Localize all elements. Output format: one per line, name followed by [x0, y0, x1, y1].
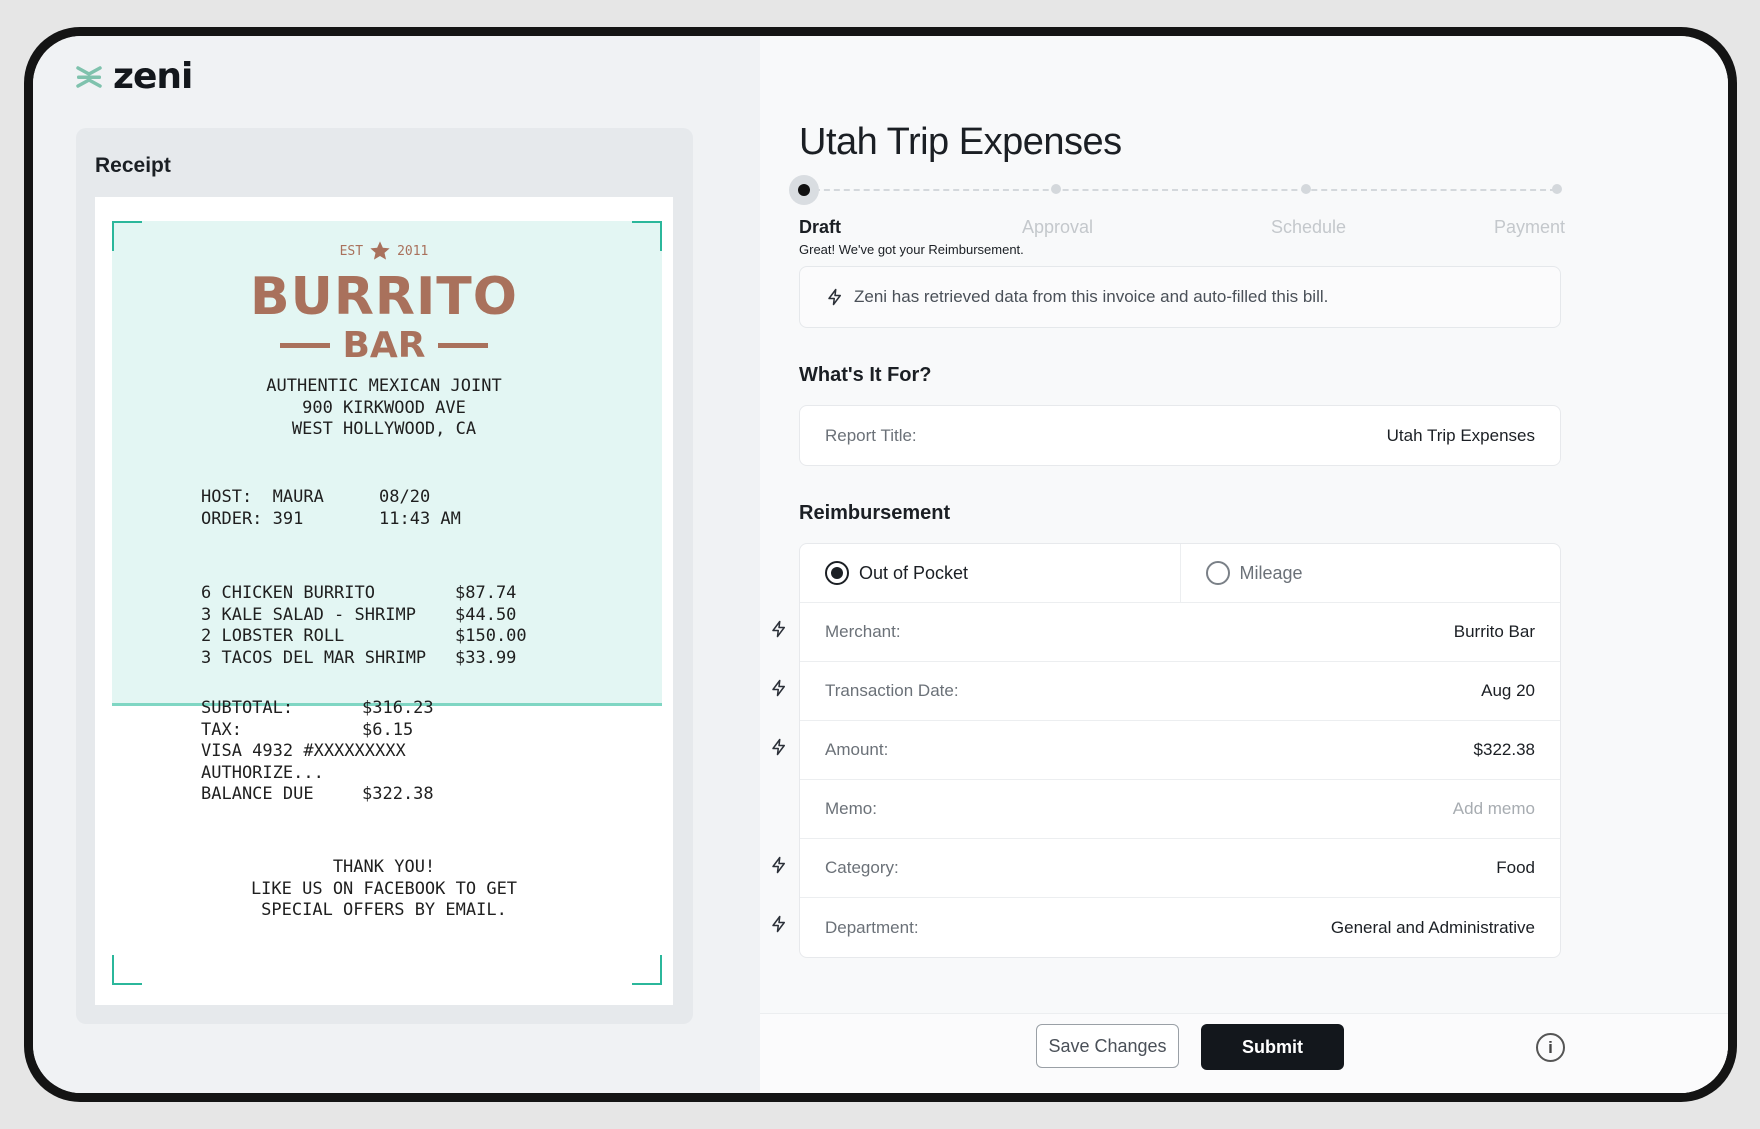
receipt-host-values: 08/20 11:43 AM [379, 487, 461, 529]
autofill-notice-text: Zeni has retrieved data from this invoic… [854, 287, 1329, 306]
step-label-draft[interactable]: Draft [799, 217, 841, 238]
step-label-payment[interactable]: Payment [1494, 217, 1565, 238]
receipt-items: 6 CHICKEN BURRITO 3 KALE SALAD - SHRIMP … [201, 583, 427, 668]
receipt-card: Receipt EST 2011 BURRITO BAR AUTHENTIC M… [76, 128, 693, 1024]
bolt-icon [772, 620, 785, 638]
merchant-value[interactable]: Burrito Bar [1454, 622, 1535, 642]
save-changes-button[interactable]: Save Changes [1036, 1024, 1179, 1068]
scan-corner-bottom-left [112, 955, 142, 985]
bolt-icon [772, 738, 785, 756]
step-dot-payment[interactable] [1552, 184, 1562, 194]
report-title-field[interactable]: Report Title: Utah Trip Expenses [800, 406, 1560, 465]
receipt-brand-line2-text: BAR [342, 325, 426, 366]
receipt-totals-values: $316.23 $6.15 $322.38 [362, 698, 434, 804]
page-title: Utah Trip Expenses [799, 121, 1122, 163]
category-field[interactable]: Category: Food [800, 839, 1560, 898]
category-value[interactable]: Food [1496, 858, 1535, 878]
receipt-heading: Receipt [95, 154, 171, 177]
radio-unchecked-icon[interactable] [1205, 561, 1230, 585]
step-label-approval[interactable]: Approval [1022, 217, 1093, 238]
progress-track [804, 189, 1556, 191]
receipt-image[interactable]: EST 2011 BURRITO BAR AUTHENTIC MEXICAN J… [95, 197, 673, 1005]
autofill-notice: Zeni has retrieved data from this invoic… [799, 266, 1561, 328]
memo-label: Memo: [825, 799, 877, 818]
reimbursement-card: Out of Pocket Mileage Merchant: Burrito … [799, 543, 1561, 958]
memo-field[interactable]: Memo: Add memo [800, 780, 1560, 839]
brand-name: zeni [113, 56, 193, 97]
transaction-date-label: Transaction Date: [825, 681, 959, 700]
bolt-icon [772, 915, 785, 933]
report-pane: Utah Trip Expenses Draft Approval Schedu… [760, 36, 1728, 1093]
receipt-host-labels: HOST: MAURA ORDER: 391 [201, 487, 324, 529]
option-mileage[interactable]: Mileage [1179, 544, 1561, 602]
star-icon [370, 241, 390, 260]
zeni-logo-icon [76, 65, 102, 88]
department-label: Department: [825, 917, 919, 937]
transaction-date-field[interactable]: Transaction Date: Aug 20 [800, 662, 1560, 721]
receipt-est-left: EST [339, 243, 364, 259]
report-title-card: Report Title: Utah Trip Expenses [799, 405, 1561, 466]
department-field[interactable]: Department: General and Administrative [800, 898, 1560, 957]
transaction-date-value[interactable]: Aug 20 [1481, 681, 1535, 701]
step-dot-draft[interactable] [789, 175, 819, 205]
bolt-icon [828, 288, 841, 306]
memo-input[interactable]: Add memo [1453, 799, 1535, 819]
reimbursement-type: Out of Pocket Mileage [800, 544, 1560, 603]
receipt-thanks: THANK YOU! LIKE US ON FACEBOOK TO GET SP… [250, 857, 518, 920]
more-info-icon[interactable]: i [1536, 1033, 1565, 1062]
amount-label: Amount: [825, 740, 889, 759]
report-title-label: Report Title: [825, 425, 917, 445]
option-out-of-pocket-label: Out of Pocket [859, 562, 969, 583]
receipt-address: AUTHENTIC MEXICAN JOINT 900 KIRKWOOD AVE… [266, 376, 502, 439]
receipt-brand-line2: BAR [95, 325, 673, 366]
brand-rule-right [437, 343, 488, 348]
action-footer: Save Changes Submit i [760, 1013, 1728, 1093]
option-out-of-pocket[interactable]: Out of Pocket [800, 544, 1180, 602]
receipt-brand-line1: BURRITO [250, 267, 518, 327]
brand-logo[interactable]: zeni [75, 56, 193, 97]
step-message: Great! We've got your Reimbursement. [799, 242, 1024, 257]
category-label: Category: [825, 858, 899, 877]
submit-button[interactable]: Submit [1201, 1024, 1344, 1070]
amount-field[interactable]: Amount: $322.38 [800, 721, 1560, 780]
amount-value[interactable]: $322.38 [1474, 740, 1535, 760]
radio-checked-icon[interactable] [825, 561, 849, 585]
receipt-prices: $87.74 $44.50 $150.00 $33.99 [455, 583, 527, 668]
receipt-est: EST 2011 [95, 240, 673, 262]
device-frame: zeni Receipt EST 2011 BURRITO BAR AUTHEN… [24, 27, 1737, 1102]
receipt-est-right: 2011 [397, 243, 429, 259]
reimbursement-heading: Reimbursement [799, 502, 951, 524]
app-screen: zeni Receipt EST 2011 BURRITO BAR AUTHEN… [33, 36, 1728, 1093]
bolt-icon [772, 856, 785, 874]
step-dot-approval[interactable] [1051, 184, 1061, 194]
department-value[interactable]: General and Administrative [1331, 918, 1535, 938]
bolt-icon [772, 679, 785, 697]
step-label-schedule[interactable]: Schedule [1271, 217, 1346, 238]
scan-corner-bottom-right [632, 955, 662, 985]
merchant-field[interactable]: Merchant: Burrito Bar [800, 603, 1560, 662]
step-dot-schedule[interactable] [1301, 184, 1311, 194]
option-mileage-label: Mileage [1239, 562, 1303, 583]
brand-rule-left [280, 343, 331, 348]
receipt-pane: zeni Receipt EST 2011 BURRITO BAR AUTHEN… [33, 36, 760, 1093]
merchant-label: Merchant: [825, 622, 901, 641]
report-title-value[interactable]: Utah Trip Expenses [1387, 426, 1535, 446]
what-for-heading: What's It For? [799, 364, 932, 386]
